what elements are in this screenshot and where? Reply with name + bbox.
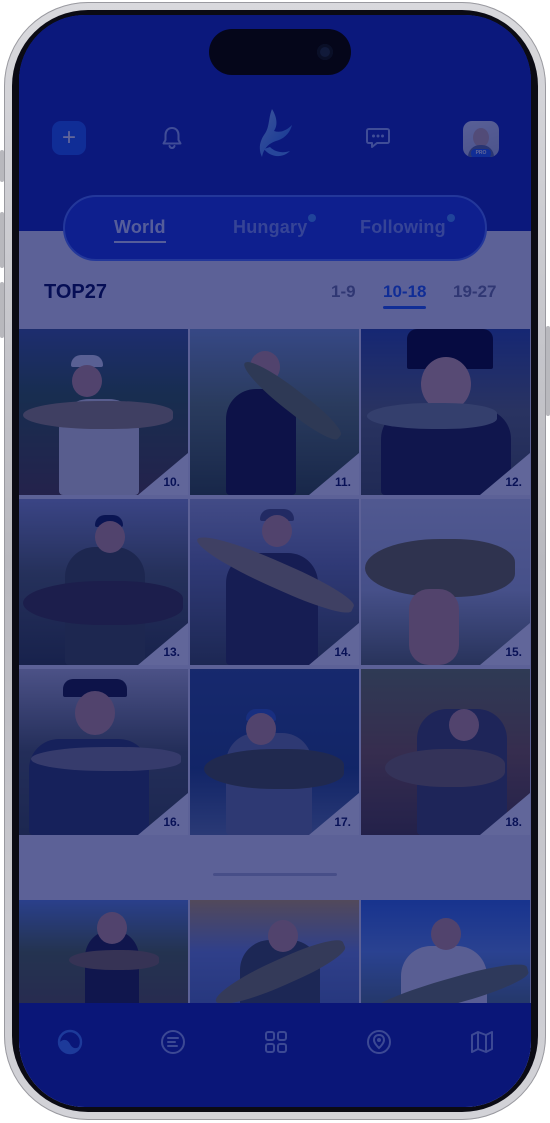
tab-world-label: World (114, 217, 166, 237)
camera-icon (317, 44, 333, 60)
list-icon (161, 1030, 185, 1054)
app-logo[interactable] (250, 107, 300, 165)
new-content-dot (446, 214, 455, 222)
tab-hungary-label: Hungary (233, 217, 308, 237)
map-pin-icon (367, 1030, 391, 1054)
phone-power-button (546, 326, 550, 416)
page-title: TOP27 (44, 281, 107, 303)
tab-world[interactable]: World (114, 217, 166, 243)
tab-following[interactable]: Following (360, 214, 455, 238)
app-screen: + PRO World Hungary Following TOP27 1-9 … (19, 15, 531, 1107)
phone-volume-down (0, 282, 4, 338)
nav-feed[interactable] (158, 1027, 188, 1057)
catch-photo-13[interactable]: 13. (19, 499, 188, 665)
nav-spots[interactable] (364, 1027, 394, 1057)
phone-volume-up (0, 212, 4, 268)
range-tab-19-27[interactable]: 19-27 (453, 282, 496, 302)
range-tab-label: 10-18 (383, 282, 427, 301)
profile-avatar[interactable]: PRO (463, 121, 499, 157)
bottom-navigation (19, 1003, 531, 1107)
range-tab-10-18[interactable]: 10-18 (383, 282, 427, 309)
catch-photo-10[interactable]: 10. (19, 329, 188, 495)
fish-globe-icon (57, 1029, 83, 1055)
map-icon (471, 1031, 493, 1053)
region-tabs: World Hungary Following (63, 195, 487, 261)
nav-gallery[interactable] (261, 1027, 291, 1057)
main-content: TOP27 1-9 10-18 19-27 10. 11. 12. 13. 14… (19, 231, 531, 1107)
nav-map[interactable] (467, 1027, 497, 1057)
dynamic-island (209, 29, 351, 75)
section-divider (213, 873, 337, 876)
tab-active-underline (114, 241, 166, 243)
tab-following-label: Following (360, 217, 446, 237)
range-tab-1-9[interactable]: 1-9 (331, 282, 356, 302)
catch-photo-15[interactable]: 15. (361, 499, 530, 665)
messages-button[interactable] (361, 121, 395, 155)
tab-hungary[interactable]: Hungary (233, 214, 317, 238)
catch-photo-11[interactable]: 11. (190, 329, 359, 495)
catch-photo-18[interactable]: 18. (361, 669, 530, 835)
bell-icon (162, 127, 182, 150)
new-content-dot (308, 214, 317, 222)
chat-bubble-icon (366, 128, 390, 148)
range-active-underline (383, 306, 427, 309)
catch-photo-14[interactable]: 14. (190, 499, 359, 665)
catch-photo-16[interactable]: 16. (19, 669, 188, 835)
catch-photo-17[interactable]: 17. (190, 669, 359, 835)
pro-badge: PRO (471, 149, 491, 157)
notifications-button[interactable] (155, 121, 189, 155)
phone-silent-switch (0, 150, 4, 182)
nav-home[interactable] (55, 1027, 85, 1057)
plus-icon: + (61, 124, 76, 151)
marlin-logo-icon (259, 109, 292, 157)
grid-icon (265, 1031, 287, 1053)
catch-photo-12[interactable]: 12. (361, 329, 530, 495)
add-button[interactable]: + (52, 121, 86, 155)
